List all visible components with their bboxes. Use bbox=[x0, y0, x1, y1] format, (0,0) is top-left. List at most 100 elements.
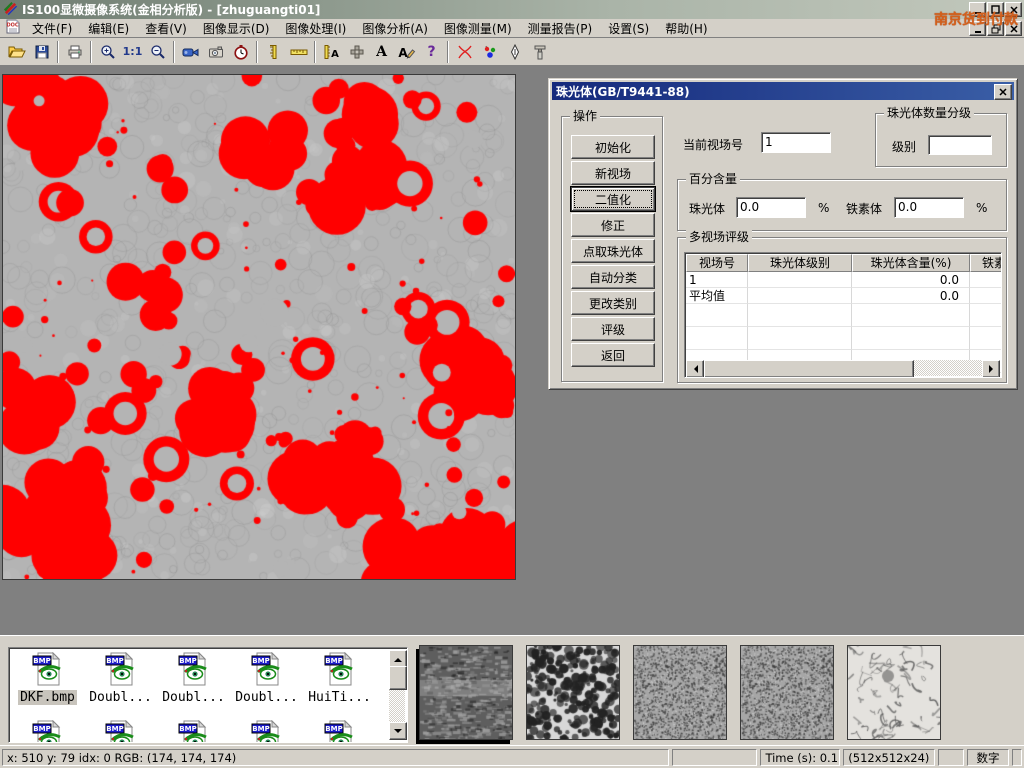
menu-item-5[interactable]: 图像处理(I) bbox=[277, 18, 354, 39]
edit-text-button[interactable]: A bbox=[394, 40, 419, 64]
file-item-clipped[interactable]: BMP bbox=[303, 720, 376, 743]
timer-button[interactable] bbox=[228, 40, 253, 64]
menu-item-7[interactable]: 图像测量(M) bbox=[436, 18, 520, 39]
maximize-button[interactable] bbox=[987, 2, 1004, 17]
menu-item-1[interactable]: 文件(F) bbox=[24, 18, 80, 39]
save-button[interactable] bbox=[29, 40, 54, 64]
scroll-down-icon[interactable] bbox=[389, 722, 407, 740]
file-label: Doubl... bbox=[87, 690, 154, 705]
table-column-header[interactable]: 珠光体级别 bbox=[748, 254, 852, 272]
dialog-button-1[interactable]: 初始化 bbox=[571, 135, 655, 159]
brush-icon bbox=[532, 44, 548, 60]
file-item-clipped[interactable]: BMP bbox=[157, 720, 230, 743]
pearlite-dialog: 珠光体(GB/T9441-88) 操作 初始化新视场二值化修正点取珠光体自动分类… bbox=[548, 78, 1018, 390]
dialog-button-7[interactable]: 更改类别 bbox=[571, 291, 655, 315]
thumbnail-1[interactable] bbox=[419, 645, 513, 740]
thumbnail-3[interactable] bbox=[633, 645, 727, 740]
table-column-header[interactable]: 铁素体 bbox=[970, 254, 1002, 272]
brush-button[interactable] bbox=[527, 40, 552, 64]
grade-input[interactable] bbox=[928, 135, 992, 155]
camera-button[interactable] bbox=[203, 40, 228, 64]
menu-item-2[interactable]: 编辑(E) bbox=[80, 18, 137, 39]
file-list-scrollbar[interactable] bbox=[389, 650, 405, 740]
bmp-file-icon: BMP bbox=[250, 720, 284, 743]
table-horizontal-scrollbar[interactable] bbox=[686, 360, 1000, 376]
table-empty-row[interactable] bbox=[686, 304, 1000, 327]
dialog-button-4[interactable]: 修正 bbox=[571, 213, 655, 237]
dialog-close-icon[interactable] bbox=[994, 84, 1012, 100]
bmp-file-icon: BMP bbox=[104, 720, 138, 743]
dialog-button-2[interactable]: 新视场 bbox=[571, 161, 655, 185]
table-column-header[interactable]: 视场号 bbox=[686, 254, 748, 272]
print-button[interactable] bbox=[62, 40, 87, 64]
file-item-5[interactable]: BMPHuiTi... bbox=[303, 652, 376, 705]
thumbnail-5[interactable] bbox=[847, 645, 941, 740]
dialog-title-bar[interactable]: 珠光体(GB/T9441-88) bbox=[552, 82, 1014, 100]
file-item-3[interactable]: BMPDoubl... bbox=[157, 652, 230, 705]
actual-size-button[interactable]: 1:1 bbox=[120, 40, 145, 64]
video-camera-button[interactable] bbox=[178, 40, 203, 64]
operations-group-label: 操作 bbox=[570, 109, 600, 123]
menu-item-4[interactable]: 图像显示(D) bbox=[195, 18, 278, 39]
mdi-minimize-button[interactable] bbox=[969, 21, 986, 36]
caliper-icon bbox=[266, 44, 282, 60]
menu-item-6[interactable]: 图像分析(A) bbox=[354, 18, 436, 39]
multifield-group: 多视场评级 视场号珠光体级别珠光体含量(%)铁素体10.0平均值0.0 bbox=[677, 237, 1007, 383]
measure-text-icon: A bbox=[323, 44, 341, 60]
pearlite-percent-input[interactable]: 0.0 bbox=[736, 197, 806, 218]
menu-item-3[interactable]: 查看(V) bbox=[137, 18, 195, 39]
mdi-close-button[interactable] bbox=[1005, 21, 1022, 36]
file-item-clipped[interactable]: BMP bbox=[84, 720, 157, 743]
classify-balls-button[interactable] bbox=[477, 40, 502, 64]
svg-text:BMP: BMP bbox=[252, 725, 269, 733]
grade-group-label: 珠光体数量分级 bbox=[884, 106, 974, 120]
file-item-1[interactable]: BMPDKF.bmp bbox=[11, 652, 84, 705]
pen-button[interactable] bbox=[502, 40, 527, 64]
status-mode: 数字 bbox=[967, 749, 1009, 766]
mdi-restore-button[interactable] bbox=[987, 21, 1004, 36]
dialog-button-9[interactable]: 返回 bbox=[571, 343, 655, 367]
ruler-button[interactable] bbox=[286, 40, 311, 64]
caliper-button[interactable] bbox=[261, 40, 286, 64]
file-item-4[interactable]: BMPDoubl... bbox=[230, 652, 303, 705]
file-item-2[interactable]: BMPDoubl... bbox=[84, 652, 157, 705]
menu-item-9[interactable]: 设置(S) bbox=[600, 18, 657, 39]
curve-tool-button[interactable] bbox=[452, 40, 477, 64]
status-coordinates: x: 510 y: 79 idx: 0 RGB: (174, 174, 174) bbox=[2, 749, 669, 766]
file-item-clipped[interactable]: BMP bbox=[230, 720, 303, 743]
scrollbar-track[interactable] bbox=[914, 360, 982, 376]
dialog-button-3[interactable]: 二值化 bbox=[571, 187, 655, 211]
grid-button[interactable] bbox=[344, 40, 369, 64]
zoom-in-button[interactable] bbox=[95, 40, 120, 64]
menu-item-8[interactable]: 测量报告(P) bbox=[520, 18, 601, 39]
dialog-button-8[interactable]: 评级 bbox=[571, 317, 655, 341]
document-icon[interactable]: DOC bbox=[5, 19, 21, 37]
table-column-header[interactable]: 珠光体含量(%) bbox=[852, 254, 970, 272]
scroll-right-icon[interactable] bbox=[982, 360, 1000, 378]
thumbnail-2[interactable] bbox=[526, 645, 620, 740]
scrollbar-thumb[interactable] bbox=[704, 360, 914, 378]
table-empty-row[interactable] bbox=[686, 327, 1000, 350]
table-cell bbox=[970, 288, 1002, 304]
scroll-left-icon[interactable] bbox=[686, 360, 704, 378]
current-field-input[interactable]: 1 bbox=[761, 132, 831, 153]
help-button[interactable]: ? bbox=[419, 40, 444, 64]
table-row[interactable]: 10.0 bbox=[686, 272, 1000, 288]
zoom-out-button[interactable] bbox=[145, 40, 170, 64]
file-scrollbar-thumb[interactable] bbox=[389, 666, 407, 690]
ferrite-percent-input[interactable]: 0.0 bbox=[894, 197, 964, 218]
close-button[interactable] bbox=[1005, 2, 1022, 17]
menu-item-10[interactable]: 帮助(H) bbox=[657, 18, 715, 39]
dialog-button-5[interactable]: 点取珠光体 bbox=[571, 239, 655, 263]
micrograph-image[interactable] bbox=[2, 74, 516, 580]
file-item-clipped[interactable]: BMP bbox=[11, 720, 84, 743]
status-empty-1 bbox=[672, 749, 758, 766]
window-title: IS100显微摄像系统(金相分析版) - [zhuguangti01] bbox=[22, 1, 320, 18]
text-tool-button[interactable]: A bbox=[369, 40, 394, 64]
minimize-button[interactable] bbox=[969, 2, 986, 17]
dialog-button-6[interactable]: 自动分类 bbox=[571, 265, 655, 289]
measure-text-button[interactable]: A bbox=[319, 40, 344, 64]
thumbnail-4[interactable] bbox=[740, 645, 834, 740]
open-folder-button[interactable] bbox=[4, 40, 29, 64]
table-row[interactable]: 平均值0.0 bbox=[686, 288, 1000, 304]
